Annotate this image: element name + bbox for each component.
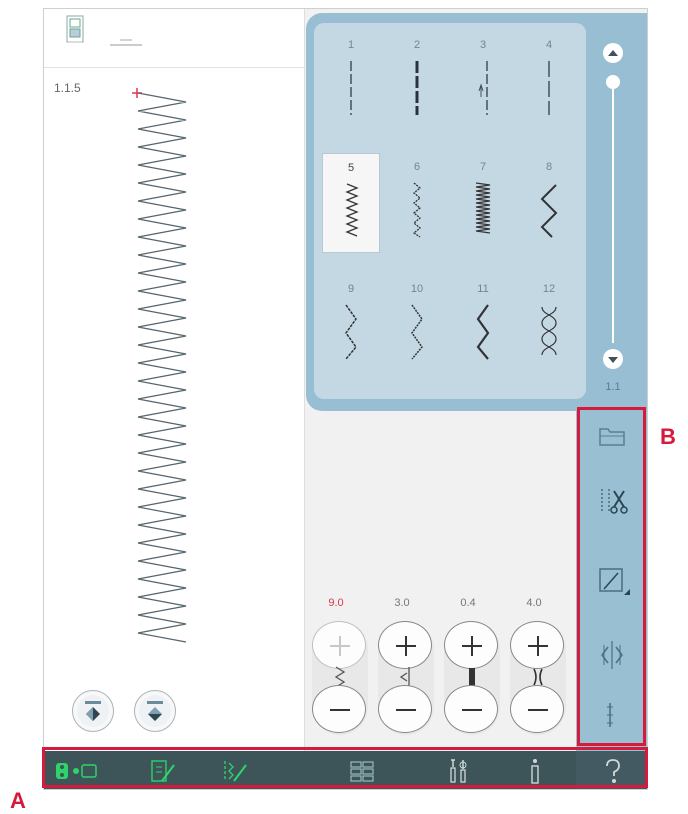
scroll-down-icon[interactable] <box>603 349 623 369</box>
stitch-width-control <box>312 621 368 735</box>
increase-button[interactable] <box>510 621 564 669</box>
menu-page-indicator: 1.1 <box>605 381 621 393</box>
stitch-item[interactable]: 11 <box>454 275 512 375</box>
callout-label-b: B <box>660 424 676 449</box>
thread-tension-control <box>510 621 566 735</box>
stitch-item[interactable]: 12 <box>520 275 578 375</box>
stitch-number-label: 1.1.5 <box>54 81 81 95</box>
callout-box-b <box>577 407 646 746</box>
stitch-item[interactable]: 2 <box>388 31 446 131</box>
callout-label-a: A <box>10 788 26 813</box>
stitch-preview-panel: 1.1.5 <box>44 9 305 751</box>
stitch-position-control <box>378 621 434 735</box>
stitch-item[interactable]: 7 <box>454 153 512 253</box>
stitch-item-selected[interactable]: 5 <box>322 153 380 253</box>
scroll-thumb[interactable] <box>606 75 620 89</box>
decrease-button[interactable] <box>378 685 432 733</box>
stitch-preview <box>132 87 192 652</box>
stitch-length-control <box>444 621 500 735</box>
stitch-item[interactable]: 4 <box>520 31 578 131</box>
stitch-position-value: 3.0 <box>394 597 410 609</box>
stitch-item[interactable]: 3 <box>454 31 512 131</box>
increase-button[interactable] <box>312 621 366 669</box>
reverse-view-button[interactable] <box>72 690 114 732</box>
presser-foot-icon[interactable] <box>64 15 86 45</box>
increase-button[interactable] <box>378 621 432 669</box>
decrease-button[interactable] <box>510 685 564 733</box>
stitch-item[interactable]: 9 <box>322 275 380 375</box>
stitch-width-value: 9.0 <box>328 597 344 609</box>
stitch-grid: 1 2 3 4 5 6 7 8 9 10 11 12 <box>314 23 586 399</box>
callout-box-a <box>42 747 648 788</box>
decrease-button[interactable] <box>444 685 498 733</box>
increase-button[interactable] <box>444 621 498 669</box>
stitch-length-value: 0.4 <box>460 597 476 609</box>
scroll-track[interactable] <box>612 81 614 343</box>
stitch-menu-panel: 1 2 3 4 5 6 7 8 9 10 11 12 1.1 <box>306 13 647 411</box>
decrease-button[interactable] <box>312 685 366 733</box>
mirror-view-button[interactable] <box>134 690 176 732</box>
stitch-item[interactable]: 10 <box>388 275 446 375</box>
thread-tension-value: 4.0 <box>526 597 542 609</box>
stitch-menu-scrollbar[interactable]: 1.1 <box>586 23 640 403</box>
zigzag-stitch-line <box>137 92 187 643</box>
stitch-item[interactable]: 1 <box>322 31 380 131</box>
stitch-item[interactable]: 8 <box>520 153 578 253</box>
settings-line-icon[interactable] <box>106 35 146 49</box>
machine-screen: 1.1.5 1 2 3 4 5 6 7 8 9 10 11 12 1.1 9.0… <box>43 8 648 790</box>
stitch-item[interactable]: 6 <box>388 153 446 253</box>
top-icon-row <box>44 9 304 68</box>
scroll-up-icon[interactable] <box>603 43 623 63</box>
